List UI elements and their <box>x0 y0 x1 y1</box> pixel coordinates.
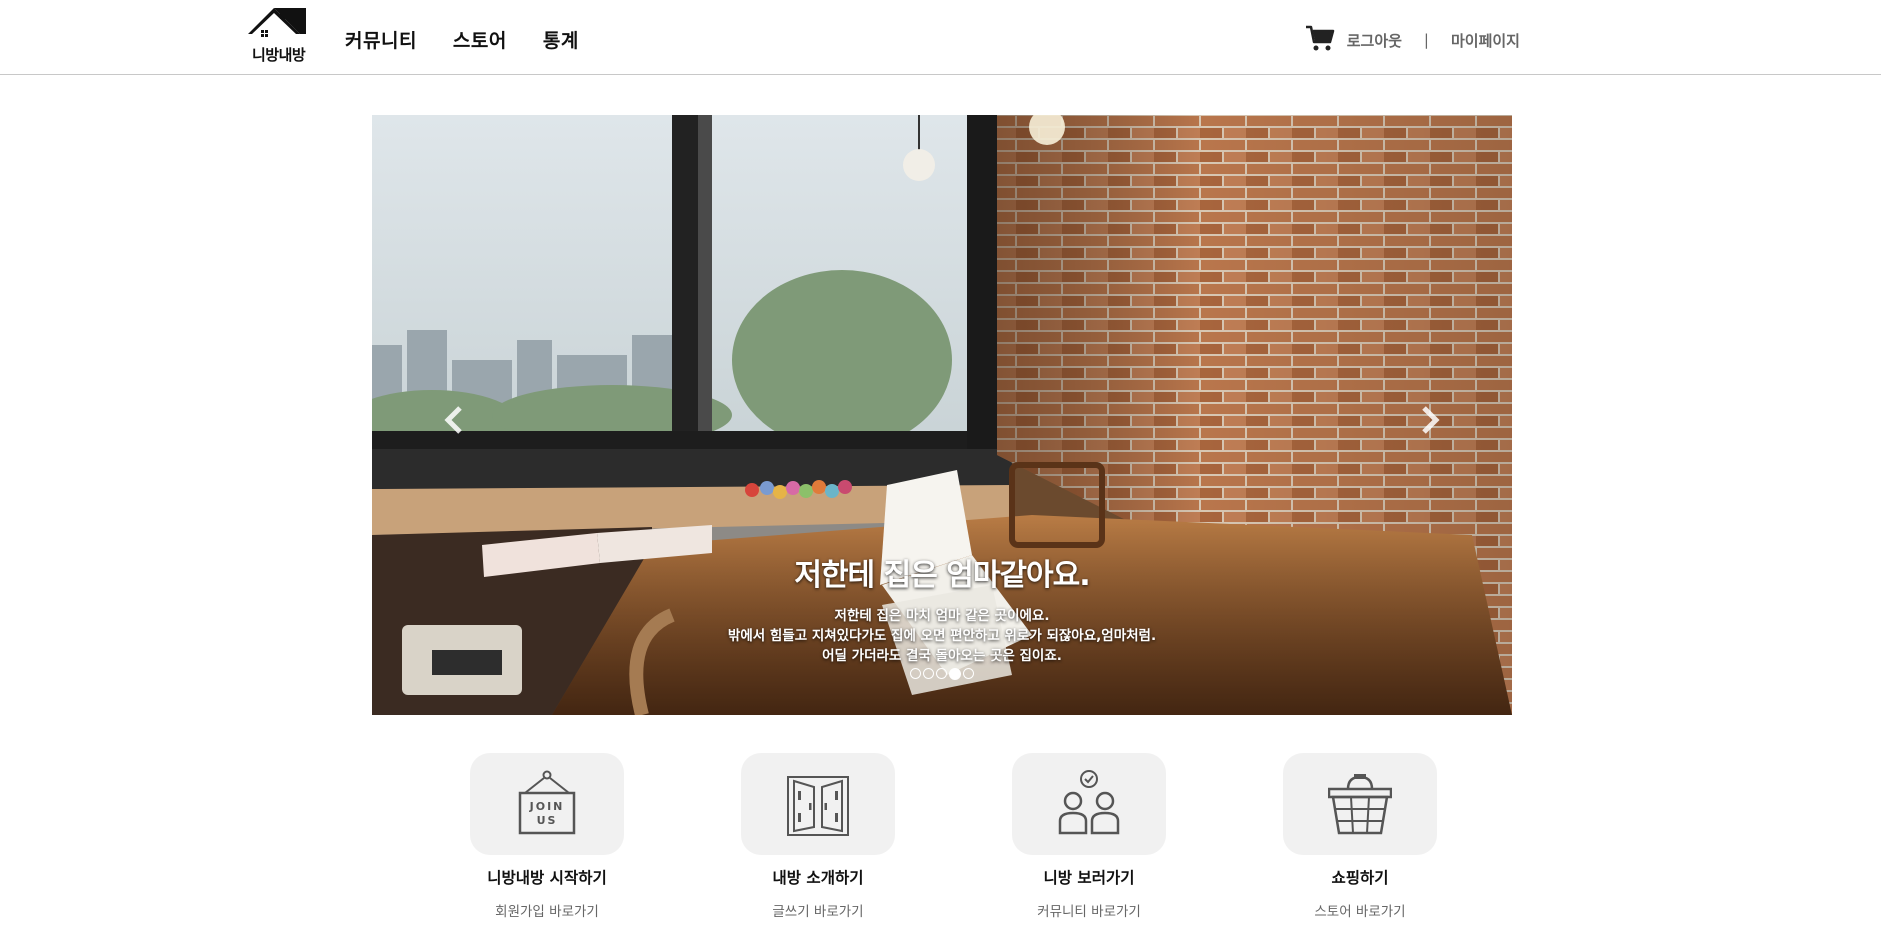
cart-icon[interactable] <box>1305 24 1335 52</box>
join-us-sign-icon: JOIN US <box>518 770 576 835</box>
people-check-icon <box>1058 770 1120 835</box>
logo-text: 니방내방 <box>252 46 306 64</box>
carousel-indicators <box>372 667 1512 680</box>
carousel-dot[interactable] <box>963 668 974 679</box>
chevron-left-icon[interactable] <box>434 400 474 440</box>
feature-title[interactable]: 쇼핑하기 <box>1260 866 1460 888</box>
sign-text-us: US <box>537 814 558 827</box>
hero-line-2: 밖에서 힘들고 지쳐있다가도 집에 오면 편안하고 위로가 되잖아요,엄마처럼. <box>727 628 1157 644</box>
feature-store[interactable]: 쇼핑하기 스토어 바로가기 <box>1260 753 1460 920</box>
open-door-icon <box>787 776 849 836</box>
feature-join[interactable]: JOIN US 니방내방 시작하기 회원가입 바로가기 <box>447 753 647 920</box>
feature-subtitle[interactable]: 스토어 바로가기 <box>1260 900 1460 920</box>
feature-title[interactable]: 내방 소개하기 <box>718 866 918 888</box>
feature-subtitle[interactable]: 글쓰기 바로가기 <box>718 900 918 920</box>
carousel-dot-active[interactable] <box>949 667 961 680</box>
feature-tile[interactable] <box>1283 753 1437 855</box>
shopping-basket-icon <box>1328 774 1392 835</box>
logout-link[interactable]: 로그아웃 <box>1347 30 1402 51</box>
feature-tile[interactable]: JOIN US <box>470 753 624 855</box>
hero-line-1: 저한테 집은 마치 엄마 같은 곳이에요. <box>834 608 1050 624</box>
site-header: 니방내방 커뮤니티 스토어 통계 로그아웃 | 마이페이지 <box>0 0 1881 75</box>
feature-subtitle[interactable]: 회원가입 바로가기 <box>447 900 647 920</box>
mypage-link[interactable]: 마이페이지 <box>1451 30 1520 51</box>
carousel-dot[interactable] <box>923 668 934 679</box>
house-logo-icon <box>248 8 306 37</box>
feature-title[interactable]: 니방 보러가기 <box>989 866 1189 888</box>
feature-tile[interactable] <box>741 753 895 855</box>
main-nav: 커뮤니티 스토어 통계 <box>345 26 579 53</box>
chevron-right-icon[interactable] <box>1410 400 1450 440</box>
nav-item-stats[interactable]: 통계 <box>543 26 579 53</box>
hero-line-3: 어딜 가더라도 결국 돌아오는 곳은 집이죠. <box>822 648 1062 664</box>
carousel-dot[interactable] <box>910 668 921 679</box>
feature-write[interactable]: 내방 소개하기 글쓰기 바로가기 <box>718 753 918 920</box>
carousel-dot[interactable] <box>936 668 947 679</box>
feature-tile[interactable] <box>1012 753 1166 855</box>
hero-caption: 저한테 집은 엄마같아요. 저한테 집은 마치 엄마 같은 곳이에요. 밖에서 … <box>372 550 1512 666</box>
hero-title: 저한테 집은 엄마같아요. <box>794 558 1090 593</box>
account-menu: 로그아웃 | 마이페이지 <box>1305 25 1520 52</box>
site-logo[interactable]: 니방내방 <box>244 4 310 66</box>
account-separator: | <box>1423 31 1429 49</box>
feature-community[interactable]: 니방 보러가기 커뮤니티 바로가기 <box>989 753 1189 920</box>
hero-carousel: 저한테 집은 엄마같아요. 저한테 집은 마치 엄마 같은 곳이에요. 밖에서 … <box>372 115 1512 715</box>
feature-subtitle[interactable]: 커뮤니티 바로가기 <box>989 900 1189 920</box>
nav-item-store[interactable]: 스토어 <box>453 26 507 53</box>
nav-item-community[interactable]: 커뮤니티 <box>345 26 417 53</box>
feature-title[interactable]: 니방내방 시작하기 <box>447 866 647 888</box>
sign-text-join: JOIN <box>529 800 565 813</box>
